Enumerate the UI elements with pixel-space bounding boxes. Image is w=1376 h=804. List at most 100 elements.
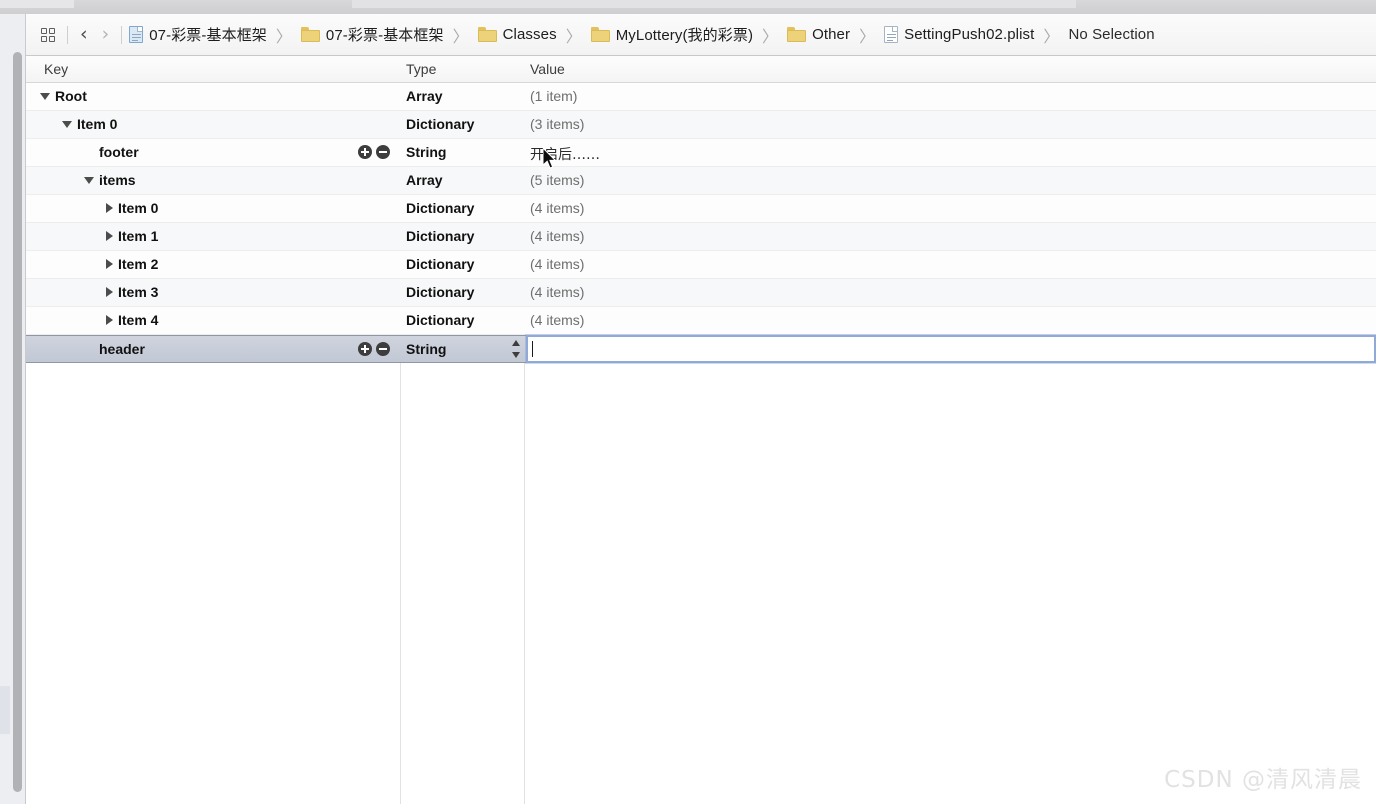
csdn-watermark: CSDN @清风清晨	[1164, 767, 1362, 793]
column-header-key[interactable]: Key	[44, 61, 68, 77]
row-key-cell[interactable]: Item 0	[106, 200, 158, 216]
table-row[interactable]: Item 0 Dictionary (4 items)	[26, 195, 1376, 223]
row-key-cell[interactable]: Item 1	[106, 228, 158, 244]
row-value-cell[interactable]: 开启后……	[530, 144, 600, 164]
row-type-cell[interactable]: Array	[406, 88, 443, 104]
table-row[interactable]: footer String 开启后……	[26, 139, 1376, 167]
breadcrumb-separator: 〉	[859, 26, 876, 46]
row-value-cell[interactable]: (4 items)	[530, 312, 584, 328]
breadcrumb-label: SettingPush02.plist	[904, 26, 1035, 43]
row-key-cell[interactable]: Item 3	[106, 284, 158, 300]
table-row-selected[interactable]: header String	[26, 335, 1376, 363]
row-type-cell[interactable]: String	[406, 341, 446, 357]
row-type-cell[interactable]: String	[406, 144, 446, 160]
forward-button[interactable]: ›	[95, 25, 117, 44]
text-caret	[532, 341, 533, 357]
remove-row-icon[interactable]	[376, 145, 390, 159]
row-add-remove-group	[358, 145, 390, 159]
row-value-cell[interactable]: (4 items)	[530, 200, 584, 216]
folder-icon	[787, 27, 807, 42]
row-key-label: Item 4	[118, 312, 159, 328]
plist-table: Key Type Value Root Array (1 item) Item 0 Di…	[26, 56, 1376, 804]
value-edit-input[interactable]	[526, 335, 1376, 363]
table-row[interactable]: Item 0 Dictionary (3 items)	[26, 111, 1376, 139]
row-key-label: Item 1	[118, 228, 159, 244]
row-value-cell[interactable]: (4 items)	[530, 284, 584, 300]
disclosure-triangle-closed-icon[interactable]	[106, 315, 113, 325]
table-header-row: Key Type Value	[26, 56, 1376, 83]
disclosure-triangle-closed-icon[interactable]	[106, 287, 113, 297]
row-key-label: Root	[55, 88, 87, 104]
row-key-cell[interactable]: items	[84, 172, 136, 188]
table-row[interactable]: Root Array (1 item)	[26, 83, 1376, 111]
row-type-cell[interactable]: Dictionary	[406, 284, 474, 300]
related-items-button[interactable]	[34, 22, 62, 48]
breadcrumb-separator: 〉	[565, 26, 582, 46]
table-row[interactable]: Item 1 Dictionary (4 items)	[26, 223, 1376, 251]
row-type-cell[interactable]: Dictionary	[406, 228, 474, 244]
row-key-label: Item 3	[118, 284, 159, 300]
plist-document-icon	[884, 26, 899, 43]
row-key-cell[interactable]: footer	[84, 144, 139, 160]
breadcrumb-item-project[interactable]: 07-彩票-基本框架	[127, 24, 269, 45]
row-type-cell[interactable]: Array	[406, 172, 443, 188]
row-value-cell[interactable]: (3 items)	[530, 116, 584, 132]
breadcrumb-item-group-root[interactable]: 07-彩票-基本框架	[299, 24, 446, 45]
breadcrumb-item-no-selection[interactable]: No Selection	[1066, 26, 1156, 43]
add-row-icon[interactable]	[358, 145, 372, 159]
row-key-label: Item 0	[77, 116, 118, 132]
breadcrumb-separator: 〉	[762, 26, 779, 46]
row-key-cell[interactable]: Item 2	[106, 256, 158, 272]
toolbar-sliver-left	[0, 0, 74, 8]
row-key-cell[interactable]: header	[84, 341, 145, 357]
breadcrumb-item-other[interactable]: Other	[785, 26, 852, 43]
row-key-cell[interactable]: Item 4	[106, 312, 158, 328]
breadcrumb-label: MyLottery(我的彩票)	[615, 27, 754, 44]
breadcrumb-item-classes[interactable]: Classes	[476, 26, 559, 43]
type-stepper-icon[interactable]	[510, 340, 521, 358]
breadcrumb-label: No Selection	[1068, 26, 1155, 43]
toolbar-sliver-center	[352, 0, 1076, 8]
breadcrumb: ‹ › 07-彩票-基本框架 〉 07-彩票-基本框架 〉 Classes 〉	[26, 14, 1376, 56]
row-value-cell[interactable]: (4 items)	[530, 228, 584, 244]
row-value-cell[interactable]: (4 items)	[530, 256, 584, 272]
row-type-cell[interactable]: Dictionary	[406, 116, 474, 132]
vertical-scrollbar[interactable]	[13, 52, 22, 792]
gutter-marker	[0, 686, 10, 734]
row-type-cell[interactable]: Dictionary	[406, 200, 474, 216]
remove-row-icon[interactable]	[376, 342, 390, 356]
row-key-label: Item 0	[118, 200, 159, 216]
breadcrumb-item-mylottery[interactable]: MyLottery(我的彩票)	[589, 24, 755, 45]
row-key-cell[interactable]: Item 0	[62, 116, 117, 132]
breadcrumb-label: 07-彩票-基本框架	[325, 27, 444, 44]
column-header-type[interactable]: Type	[406, 61, 436, 77]
jumpbar-divider-1	[67, 25, 68, 44]
breadcrumb-label: Other	[812, 26, 851, 43]
disclosure-triangle-closed-icon[interactable]	[106, 259, 113, 269]
disclosure-triangle-open-icon[interactable]	[62, 120, 72, 128]
row-type-cell[interactable]: Dictionary	[406, 256, 474, 272]
column-header-value[interactable]: Value	[530, 61, 565, 77]
disclosure-triangle-open-icon[interactable]	[40, 92, 50, 100]
table-row[interactable]: Item 4 Dictionary (4 items)	[26, 307, 1376, 335]
row-type-cell[interactable]: Dictionary	[406, 312, 474, 328]
breadcrumb-item-plist-file[interactable]: SettingPush02.plist	[882, 26, 1036, 43]
breadcrumb-separator: 〉	[1043, 26, 1060, 46]
disclosure-triangle-closed-icon[interactable]	[106, 203, 113, 213]
row-key-cell[interactable]: Root	[40, 88, 87, 104]
folder-icon	[477, 27, 497, 42]
row-value-cell[interactable]: (5 items)	[530, 172, 584, 188]
add-row-icon[interactable]	[358, 342, 372, 356]
table-row[interactable]: Item 3 Dictionary (4 items)	[26, 279, 1376, 307]
table-row[interactable]: Item 2 Dictionary (4 items)	[26, 251, 1376, 279]
back-button[interactable]: ‹	[73, 25, 95, 44]
disclosure-triangle-open-icon[interactable]	[84, 176, 94, 184]
row-value-cell[interactable]: (1 item)	[530, 88, 577, 104]
row-key-label: items	[99, 172, 136, 188]
row-key-label: Item 2	[118, 256, 159, 272]
table-row[interactable]: items Array (5 items)	[26, 167, 1376, 195]
disclosure-triangle-closed-icon[interactable]	[106, 231, 113, 241]
jumpbar-divider-2	[121, 25, 123, 44]
